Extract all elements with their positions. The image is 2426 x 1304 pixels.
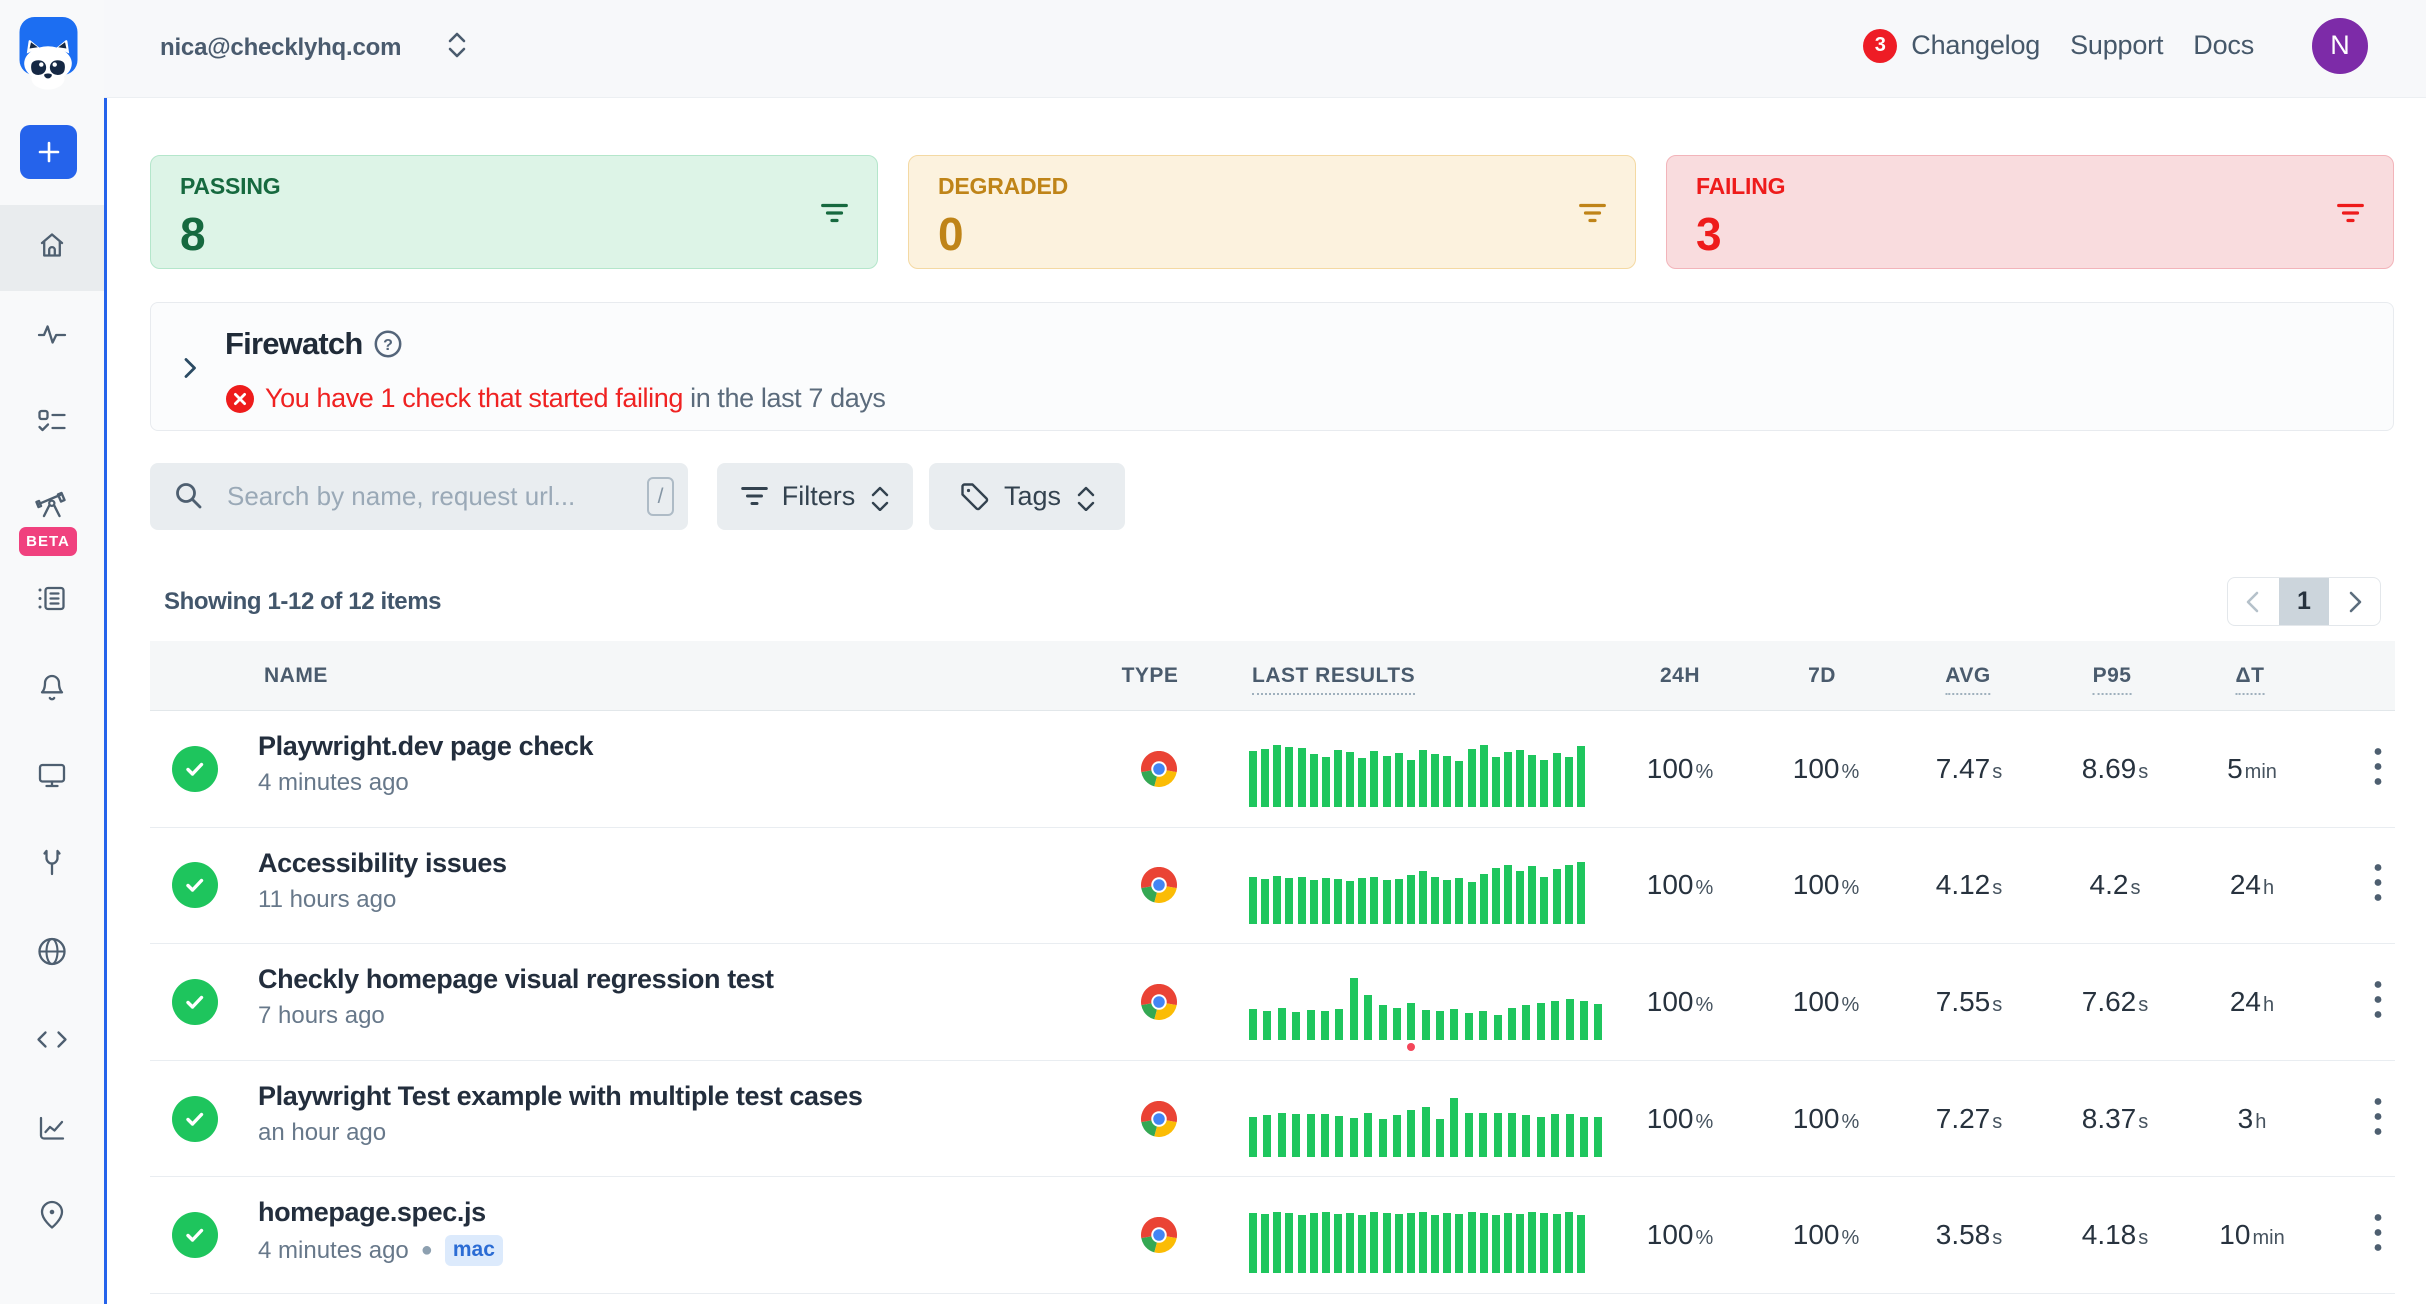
svg-text:?: ? <box>383 337 393 354</box>
